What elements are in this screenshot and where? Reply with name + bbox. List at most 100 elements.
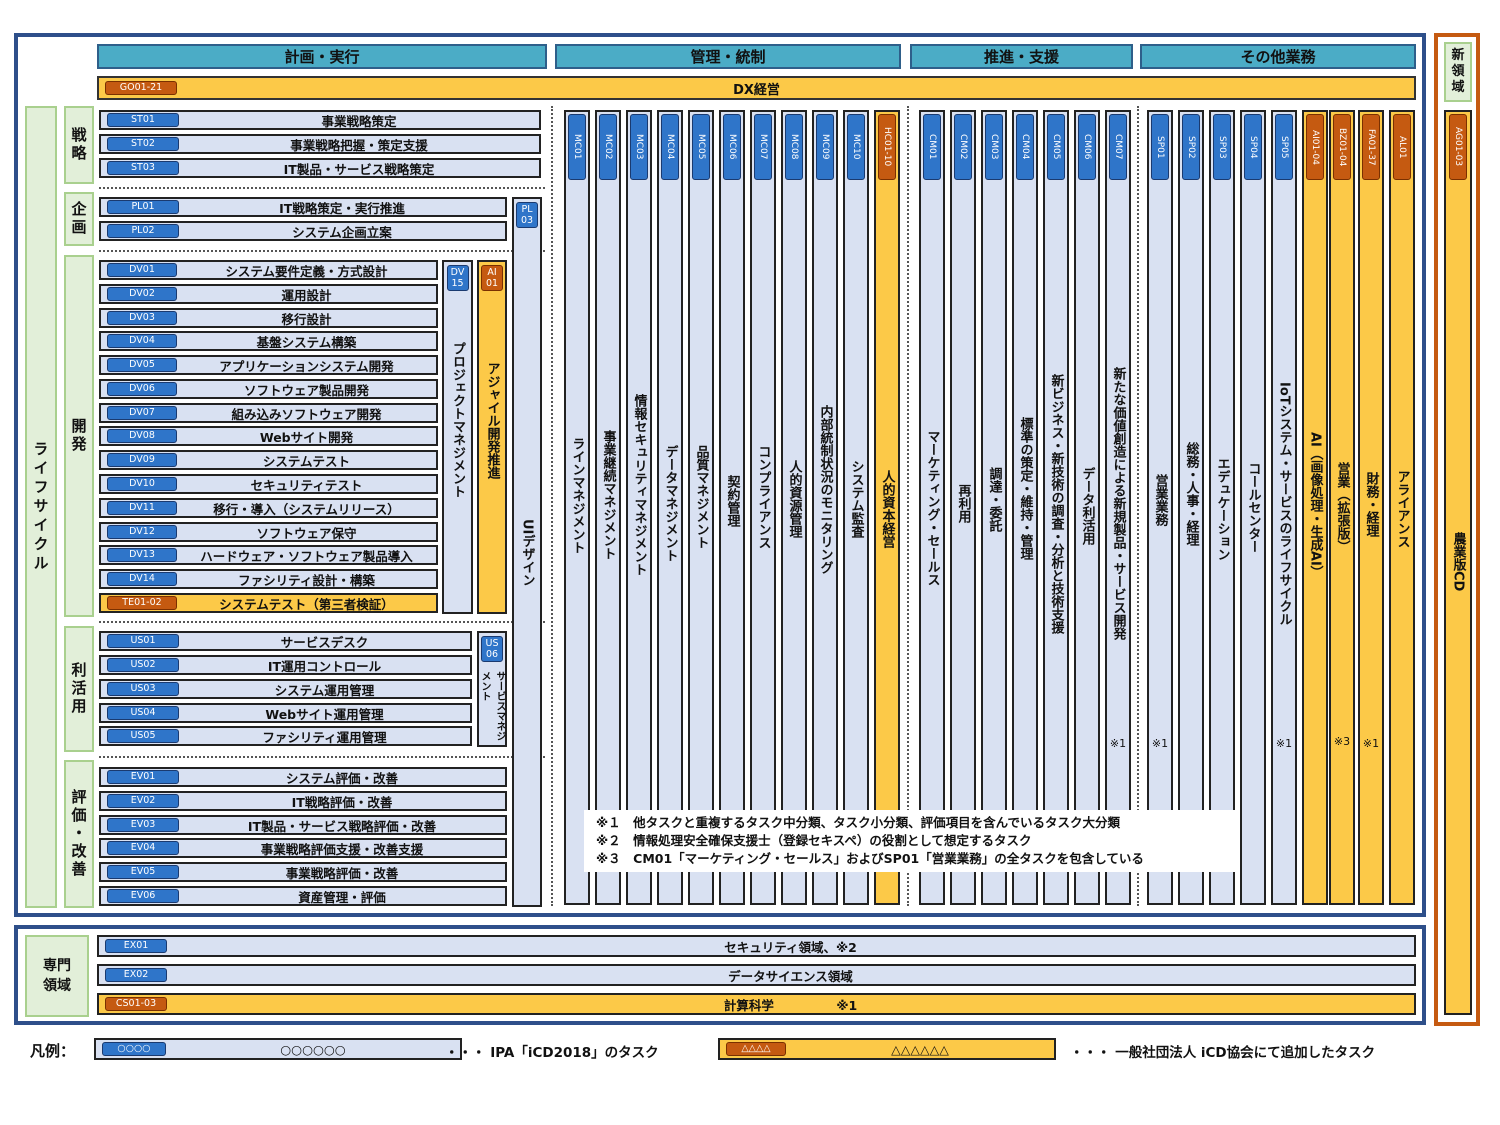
col-label: 営業（拡張版） bbox=[1334, 462, 1350, 553]
task-code: DV14 bbox=[107, 572, 177, 586]
task-code: ST02 bbox=[107, 137, 179, 151]
task-column: CM05 新ビジネス・新技術の調査・分析と技術支援 bbox=[1043, 110, 1069, 905]
task-label: IT製品・サービス戦略策定 bbox=[283, 161, 435, 177]
task-label: サービスデスク bbox=[280, 634, 369, 650]
task-column: MC08 人的資源管理 bbox=[781, 110, 807, 905]
task-label: ファシリティ設計・構築 bbox=[238, 572, 375, 588]
task-label: IT戦略評価・改善 bbox=[291, 794, 393, 810]
task-column: BZ01-04 営業（拡張版） ※3 bbox=[1329, 110, 1355, 905]
task-column: MC01 ラインマネジメント bbox=[564, 110, 590, 905]
task-code: TE01-02 bbox=[107, 596, 177, 610]
task-code: US04 bbox=[107, 706, 179, 720]
task-row: PL01 IT戦略策定・実行推進 bbox=[99, 197, 507, 217]
task-row: US04 Webサイト運用管理 bbox=[99, 703, 472, 723]
sep-v1 bbox=[551, 106, 553, 906]
col-code: MC06 bbox=[723, 114, 741, 180]
task-row: US05 ファシリティ運用管理 bbox=[99, 726, 472, 746]
us06-column: US 06 サービスマネジメント bbox=[477, 631, 507, 747]
task-label: IT運用コントロール bbox=[267, 658, 382, 674]
task-code: DV01 bbox=[107, 263, 177, 277]
task-column: SP02 総務・人事・経理 bbox=[1178, 110, 1204, 905]
ai01-column: AI 01 アジャイル開発推進 bbox=[477, 260, 507, 614]
task-column: CM04 標準の策定・維持・管理 bbox=[1012, 110, 1038, 905]
cat-strategy: 戦略 bbox=[64, 106, 94, 184]
col-label: 総務・人事・経理 bbox=[1183, 442, 1199, 546]
task-code: PL01 bbox=[107, 200, 179, 214]
col-code: AL01 bbox=[1393, 114, 1411, 180]
dx-code: GO01-21 bbox=[105, 81, 177, 95]
dv15-code: DV 15 bbox=[446, 265, 469, 291]
legend-ipa-code: ○○○○ bbox=[102, 1042, 166, 1056]
header-plan: 計画・実行 bbox=[97, 44, 547, 69]
task-code: EV05 bbox=[107, 865, 179, 879]
task-row: US03 システム運用管理 bbox=[99, 679, 472, 699]
col-code: CM02 bbox=[954, 114, 972, 180]
cat-planning: 企画 bbox=[64, 192, 94, 246]
header-promote: 推進・支援 bbox=[910, 44, 1133, 69]
task-label: ソフトウェア保守 bbox=[256, 525, 357, 541]
col-label: エデュケーション bbox=[1214, 457, 1230, 561]
col-code: BZ01-04 bbox=[1333, 114, 1351, 180]
task-label: 移行設計 bbox=[281, 311, 332, 327]
task-code: DV02 bbox=[107, 287, 177, 301]
col-code: HC01-10 bbox=[878, 114, 896, 180]
task-code: EV06 bbox=[107, 889, 179, 903]
ai01-label: アジャイル開発推進 bbox=[484, 362, 500, 479]
task-label: 事業戦略評価・改善 bbox=[285, 865, 399, 881]
task-column: MC02 事業継続マネジメント bbox=[595, 110, 621, 905]
task-row: DV12 ソフトウェア保守 bbox=[99, 522, 438, 542]
task-column: FA01-37 財務・経理 ※1 bbox=[1358, 110, 1384, 905]
col-code: MC04 bbox=[661, 114, 679, 180]
col-code: MC01 bbox=[568, 114, 586, 180]
col-label: IoTシステム・サービスのライフサイクル bbox=[1276, 382, 1292, 626]
col-code: SP05 bbox=[1275, 114, 1293, 180]
task-label: 事業戦略評価支援・改善支援 bbox=[260, 841, 424, 857]
task-code: US01 bbox=[107, 634, 179, 648]
task-row: DV09 システムテスト bbox=[99, 450, 438, 470]
col-label: コールセンター bbox=[1245, 462, 1261, 553]
legend-icd-code: △△△△ bbox=[726, 1042, 786, 1056]
col-code: SP02 bbox=[1182, 114, 1200, 180]
col-code: MC02 bbox=[599, 114, 617, 180]
task-row: EV02 IT戦略評価・改善 bbox=[99, 791, 507, 811]
col-code: CM06 bbox=[1078, 114, 1096, 180]
task-row: CS01-03 計算科学 ※1 bbox=[97, 993, 1416, 1015]
task-label: 移行・導入（システムリリース） bbox=[213, 501, 400, 517]
col-label: 情報セキュリティマネジメント bbox=[631, 394, 647, 576]
task-row: DV07 組み込みソフトウェア開発 bbox=[99, 403, 438, 423]
task-row: DV05 アプリケーションシステム開発 bbox=[99, 355, 438, 375]
legend-icd-label: △△△△△△ bbox=[891, 1041, 949, 1057]
task-label: 運用設計 bbox=[281, 287, 332, 303]
cat-dev: 開発 bbox=[64, 255, 94, 617]
col-label: 契約管理 bbox=[724, 475, 740, 527]
task-row: EV06 資産管理・評価 bbox=[99, 886, 507, 906]
task-row: DV10 セキュリティテスト bbox=[99, 474, 438, 494]
task-label: 事業戦略把握・策定支援 bbox=[290, 137, 428, 153]
header-manage: 管理・統制 bbox=[555, 44, 901, 69]
header-new: 新領域 bbox=[1444, 42, 1472, 102]
col-label: 新ビジネス・新技術の調査・分析と技術支援 bbox=[1048, 374, 1064, 634]
us06-code: US 06 bbox=[481, 636, 503, 662]
col-label: 財務・経理 bbox=[1363, 472, 1379, 537]
col-code: CM01 bbox=[923, 114, 941, 180]
task-code: ST01 bbox=[107, 113, 179, 127]
col-code: CM07 bbox=[1109, 114, 1127, 180]
task-code: PL02 bbox=[107, 224, 179, 238]
task-label: IT戦略策定・実行推進 bbox=[279, 200, 405, 216]
task-row: EV03 IT製品・サービス戦略評価・改善 bbox=[99, 815, 507, 835]
task-label: システム企画立案 bbox=[292, 224, 392, 240]
task-column: CM03 調達・委託 bbox=[981, 110, 1007, 905]
task-column: CM01 マーケティング・セールス bbox=[919, 110, 945, 905]
task-column: AI01-04 AI（画像処理・生成AI） bbox=[1302, 110, 1328, 905]
task-code: DV03 bbox=[107, 311, 177, 325]
task-code: CS01-03 bbox=[105, 997, 167, 1011]
task-code: DV10 bbox=[107, 477, 177, 491]
task-label: Webサイト開発 bbox=[259, 429, 354, 445]
task-code: DV12 bbox=[107, 525, 177, 539]
task-column: AL01 アライアンス bbox=[1389, 110, 1415, 905]
col-code: MC09 bbox=[816, 114, 834, 180]
task-label: ファシリティ運用管理 bbox=[262, 729, 387, 745]
col-note: ※1 bbox=[1109, 737, 1127, 750]
col-label: システム監査 bbox=[848, 460, 864, 538]
col-label: 内部統制状況のモニタリング bbox=[817, 405, 833, 574]
